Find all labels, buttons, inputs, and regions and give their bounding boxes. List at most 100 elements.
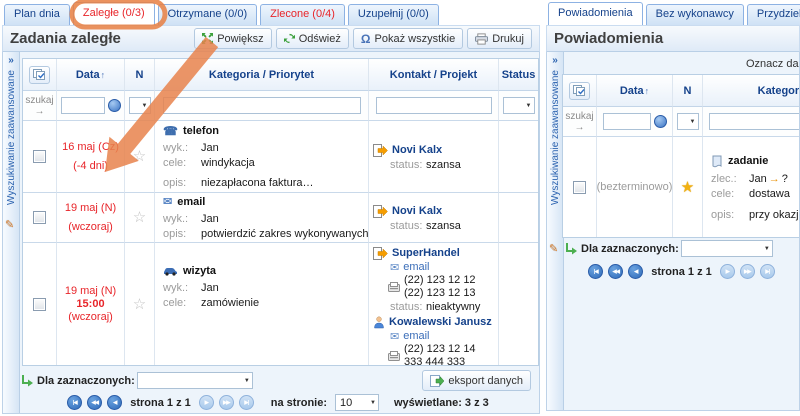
- select-all-button[interactable]: [29, 66, 50, 84]
- omega-icon: Ω: [361, 34, 371, 44]
- fast-next-button[interactable]: ▶▶: [740, 264, 755, 279]
- notification-date: (bezterminowo): [597, 137, 673, 237]
- row-checkbox[interactable]: [573, 181, 586, 194]
- fast-prev-button[interactable]: ◀◀: [87, 395, 102, 410]
- edit-pencil-icon[interactable]: ✎: [5, 218, 14, 231]
- contact-filter-input[interactable]: [376, 97, 492, 114]
- next-page-button[interactable]: ▶: [199, 395, 214, 410]
- collapse-chevron-icon[interactable]: »: [547, 52, 563, 66]
- star-icon[interactable]: ☆: [133, 297, 146, 312]
- tab-plan-dnia[interactable]: Plan dnia: [4, 4, 70, 25]
- last-page-button[interactable]: ▶|: [239, 395, 254, 410]
- category-filter-cell: [155, 91, 369, 121]
- star-icon[interactable]: ☆: [133, 210, 146, 225]
- favorite-cell: ☆: [125, 243, 155, 365]
- status-filter-dropdown[interactable]: ▼: [503, 97, 535, 114]
- tab-zlecone[interactable]: Zlecone (0/4): [260, 4, 345, 25]
- prev-page-button[interactable]: ◀: [107, 395, 122, 410]
- row-checkbox[interactable]: [33, 298, 46, 311]
- export-data-button[interactable]: eksport danych: [422, 370, 531, 391]
- category-filter-input[interactable]: [163, 97, 361, 114]
- company-icon: [373, 247, 388, 260]
- column-header-contact[interactable]: Kontakt / Projekt: [369, 59, 499, 91]
- show-all-button[interactable]: Ω Pokaż wszystkie: [353, 28, 463, 49]
- car-icon: [163, 266, 178, 276]
- tab-uzupelnij[interactable]: Uzupełnij (0/0): [348, 4, 439, 25]
- advanced-search-label: Wyszukiwanie zaawansowane: [6, 70, 17, 205]
- first-page-button[interactable]: |◀: [588, 264, 603, 279]
- column-header-status[interactable]: Status: [499, 59, 538, 91]
- refresh-button[interactable]: Odśwież: [276, 28, 349, 49]
- printer-icon: [475, 33, 488, 45]
- contact-link[interactable]: Novi Kalx: [373, 144, 498, 157]
- column-header-date[interactable]: Data↑: [597, 75, 673, 107]
- tab-przydzielone[interactable]: Przydzielone: [747, 4, 800, 25]
- prev-page-button[interactable]: ◀: [628, 264, 643, 279]
- select-all-header: [23, 59, 57, 91]
- email-link[interactable]: ✉email: [390, 330, 498, 343]
- bulk-action-dropdown[interactable]: ▼: [681, 240, 773, 257]
- right-title-bar: Powiadomienia: [546, 25, 800, 52]
- n-filter-dropdown[interactable]: ▼: [677, 113, 699, 130]
- tab-powiadomienia[interactable]: Powiadomienia: [548, 2, 643, 25]
- next-page-button[interactable]: ▶: [720, 264, 735, 279]
- tab-otrzymane[interactable]: Otrzymane (0/0): [158, 4, 257, 25]
- person-link[interactable]: Kowalewski Janusz: [373, 316, 498, 329]
- notifications-panel: Powiadomienia Bez wykonawcy Przydzielone…: [546, 2, 800, 411]
- n-filter-dropdown[interactable]: ▼: [129, 97, 151, 114]
- column-header-date[interactable]: Data↑: [57, 59, 125, 91]
- company-icon: [373, 205, 388, 218]
- phone-number: (22) 123 12 12: [404, 274, 476, 287]
- select-all-button[interactable]: [569, 82, 590, 100]
- star-icon[interactable]: ★: [681, 180, 694, 195]
- row-checkbox-cell: [23, 121, 57, 193]
- row-checkbox[interactable]: [33, 150, 46, 163]
- page-title: Zadania zaległe: [10, 30, 121, 47]
- envelope-icon: ✉: [390, 332, 399, 342]
- date-picker-icon[interactable]: [654, 115, 667, 128]
- search-label: szukaj→: [23, 91, 57, 121]
- task-status-cell: [499, 121, 538, 193]
- category-filter-input[interactable]: [709, 113, 800, 130]
- last-page-button[interactable]: ▶|: [760, 264, 775, 279]
- column-header-category[interactable]: Kategoria: [703, 75, 800, 107]
- first-page-button[interactable]: |◀: [67, 395, 82, 410]
- date-filter-input[interactable]: [61, 97, 105, 114]
- contact-link[interactable]: Novi Kalx: [373, 205, 498, 218]
- favorite-cell: ★: [673, 137, 703, 237]
- contact-link[interactable]: SuperHandel: [373, 247, 498, 260]
- advanced-search-sidebar[interactable]: » Wyszukiwanie zaawansowane ✎: [3, 52, 20, 413]
- task-status-cell: [499, 193, 538, 243]
- fast-next-button[interactable]: ▶▶: [219, 395, 234, 410]
- apply-arrow-icon: [566, 243, 577, 255]
- enlarge-button[interactable]: Powiększ: [194, 28, 271, 49]
- print-button[interactable]: Drukuj: [467, 28, 532, 49]
- bulk-action-dropdown[interactable]: ▼: [137, 372, 253, 389]
- per-page-dropdown[interactable]: 10▼: [335, 394, 379, 411]
- collapse-chevron-icon[interactable]: »: [3, 52, 19, 66]
- row-checkbox[interactable]: [33, 211, 46, 224]
- column-header-category[interactable]: Kategoria / Priorytet: [155, 59, 369, 91]
- edit-pencil-icon[interactable]: ✎: [549, 242, 558, 255]
- tab-zalegle[interactable]: Zaległe (0/3): [73, 2, 155, 25]
- row-checkbox-cell: [563, 137, 597, 237]
- for-selected-label: Dla zaznaczonych:: [581, 243, 679, 255]
- person-icon: [373, 316, 385, 329]
- fast-prev-button[interactable]: ◀◀: [608, 264, 623, 279]
- company-icon: [373, 144, 388, 157]
- email-link[interactable]: ✉email: [390, 261, 498, 274]
- page-indicator: strona 1 z 1: [651, 266, 712, 278]
- date-picker-icon[interactable]: [108, 99, 121, 112]
- fax-icon: [388, 282, 400, 292]
- star-icon[interactable]: ☆: [133, 149, 146, 164]
- date-filter-input[interactable]: [603, 113, 651, 130]
- column-header-n[interactable]: N: [673, 75, 703, 107]
- delegate-arrow-icon: →: [769, 173, 780, 186]
- right-tab-bar: Powiadomienia Bez wykonawcy Przydzielone: [546, 2, 800, 25]
- column-header-n[interactable]: N: [125, 59, 155, 91]
- tab-bez-wykonawcy[interactable]: Bez wykonawcy: [646, 4, 744, 25]
- right-content: » Wyszukiwanie zaawansowane ✎ Oznacz da …: [546, 52, 800, 411]
- apply-arrow-icon: [22, 375, 33, 387]
- phone-number: 333 444 333: [404, 356, 476, 365]
- pagination-bar: |◀ ◀◀ ◀ strona 1 z 1 ▶ ▶▶ ▶| na stronie:…: [20, 394, 539, 411]
